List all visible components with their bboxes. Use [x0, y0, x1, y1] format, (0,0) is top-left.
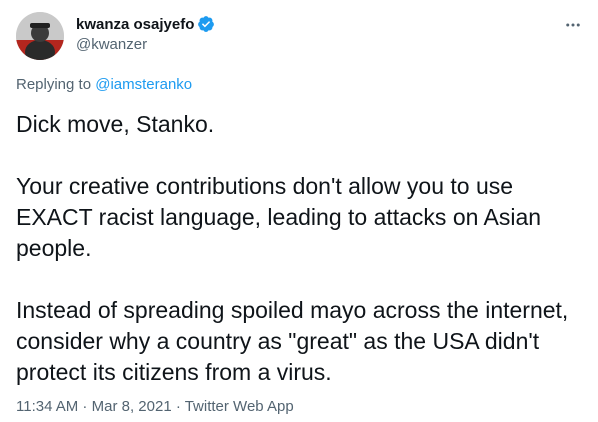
- verified-badge-icon: [197, 15, 215, 33]
- tweet-time-link[interactable]: 11:34 AM: [16, 398, 78, 415]
- avatar-image: [16, 12, 64, 60]
- tweet-text-blank-line: [16, 140, 582, 171]
- more-options-icon: [566, 23, 580, 27]
- replying-to: Replying to @iamsteranko: [16, 76, 192, 93]
- tweet-text-line: Instead of spreading spoiled mayo across…: [16, 297, 569, 323]
- tweet-text: Dick move, Stanko. Your creative contrib…: [16, 109, 582, 388]
- tweet-date-link[interactable]: Mar 8, 2021: [92, 398, 172, 415]
- tweet-metadata: 11:34 AM · Mar 8, 2021 · Twitter Web App: [16, 398, 294, 415]
- replying-to-mention-link[interactable]: @iamsteranko: [95, 76, 192, 93]
- tweet-card: kwanza osajyefo @kwanzer Replying to @ia…: [0, 0, 598, 422]
- author-block: kwanza osajyefo @kwanzer: [76, 14, 215, 53]
- tweet-text-line: Your creative contributions don't allow …: [16, 173, 514, 199]
- tweet-text-line: Dick move, Stanko.: [16, 111, 215, 137]
- author-handle[interactable]: @kwanzer: [76, 36, 215, 53]
- meta-separator: ·: [78, 398, 92, 415]
- more-options-button[interactable]: [560, 12, 586, 38]
- tweet-text-blank-line: [16, 264, 582, 295]
- author-display-name[interactable]: kwanza osajyefo: [76, 16, 194, 33]
- tweet-source-link[interactable]: Twitter Web App: [185, 398, 294, 415]
- tweet-text-line: consider why a country as "great" as the…: [16, 328, 540, 354]
- meta-separator: ·: [171, 398, 185, 415]
- replying-to-prefix: Replying to: [16, 76, 96, 93]
- tweet-text-line: people.: [16, 235, 92, 261]
- tweet-text-line: protect its citizens from a virus.: [16, 359, 332, 385]
- avatar[interactable]: [16, 12, 64, 60]
- author-name-row: kwanza osajyefo: [76, 14, 215, 34]
- tweet-text-line: EXACT racist language, leading to attack…: [16, 204, 542, 230]
